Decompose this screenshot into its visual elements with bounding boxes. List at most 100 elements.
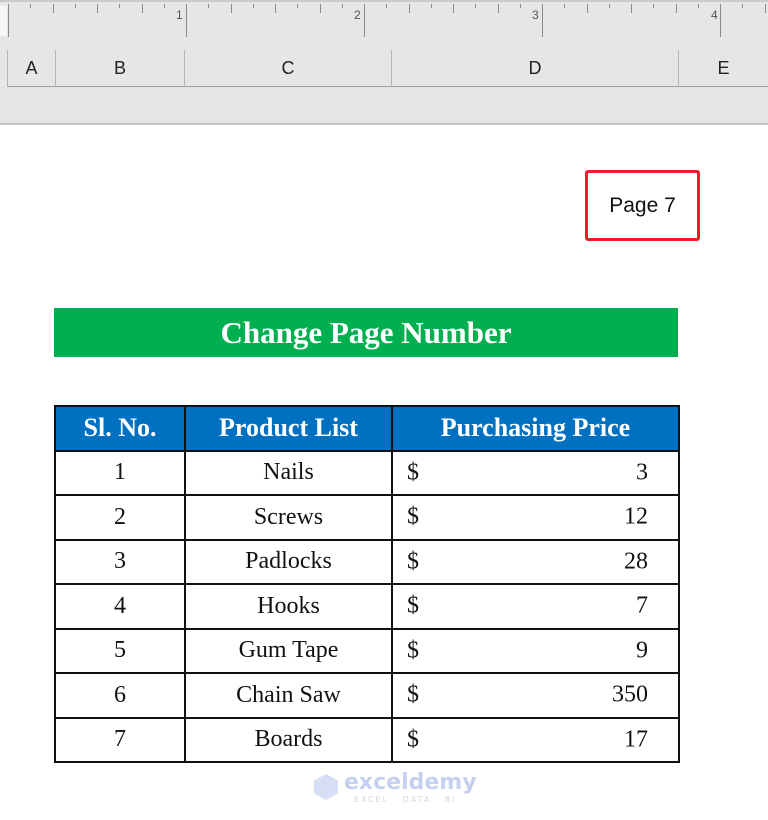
sheet-title[interactable]: Change Page Number bbox=[54, 308, 678, 357]
currency-symbol: $ bbox=[407, 681, 419, 708]
column-header-b[interactable]: B bbox=[55, 50, 184, 87]
price-value: 9 bbox=[636, 637, 648, 664]
currency-symbol: $ bbox=[407, 726, 419, 753]
ruler-number: 3 bbox=[532, 8, 539, 22]
ruler-tick bbox=[386, 4, 387, 8]
column-header-e[interactable]: E bbox=[678, 50, 768, 87]
header-purchasing-price[interactable]: Purchasing Price bbox=[391, 405, 680, 452]
price-value: 350 bbox=[612, 681, 648, 708]
ruler-tick bbox=[53, 4, 54, 13]
currency-symbol: $ bbox=[407, 637, 419, 664]
product-table: Sl. No. Product List Purchasing Price 1N… bbox=[54, 405, 680, 763]
ruler-tick bbox=[208, 4, 209, 8]
cell-price[interactable]: $17 bbox=[391, 716, 680, 763]
column-header-d[interactable]: D bbox=[391, 50, 678, 87]
price-value: 12 bbox=[624, 503, 648, 530]
ruler-tick bbox=[475, 4, 476, 8]
price-value: 28 bbox=[624, 548, 648, 575]
cell-product[interactable]: Gum Tape bbox=[184, 627, 393, 674]
horizontal-ruler: 1 2 3 4 bbox=[0, 0, 768, 40]
ruler-tick bbox=[8, 4, 9, 37]
ruler-tick bbox=[409, 4, 410, 13]
ruler-tick bbox=[119, 4, 120, 8]
ruler-tick bbox=[765, 4, 766, 13]
ruler-tick bbox=[498, 4, 499, 13]
exceldemy-watermark: exceldemy EXCEL · DATA · BI bbox=[312, 770, 477, 806]
ruler-tick bbox=[698, 4, 699, 8]
cell-sl-no[interactable]: 2 bbox=[54, 494, 186, 541]
ruler-tick bbox=[275, 4, 276, 13]
table-row: 4 Hooks $7 bbox=[54, 583, 680, 630]
currency-symbol: $ bbox=[407, 592, 419, 619]
ruler-tick bbox=[653, 4, 654, 8]
currency-symbol: $ bbox=[407, 459, 419, 486]
cell-sl-no[interactable]: 3 bbox=[54, 538, 186, 585]
column-header-bar: A B C D E bbox=[0, 40, 768, 87]
table-header-row: Sl. No. Product List Purchasing Price bbox=[54, 405, 680, 452]
currency-symbol: $ bbox=[407, 503, 419, 530]
cell-product[interactable]: Nails bbox=[184, 449, 393, 496]
header-product-list[interactable]: Product List bbox=[184, 405, 393, 452]
cell-sl-no[interactable]: 7 bbox=[54, 716, 186, 763]
header-sl-no[interactable]: Sl. No. bbox=[54, 405, 186, 452]
cell-sl-no[interactable]: 6 bbox=[54, 672, 186, 719]
watermark-tagline: EXCEL · DATA · BI bbox=[354, 795, 457, 804]
ruler-tick bbox=[564, 4, 565, 8]
cell-product[interactable]: Padlocks bbox=[184, 538, 393, 585]
page-number-header[interactable]: Page 7 bbox=[585, 170, 700, 241]
cell-price[interactable]: $28 bbox=[391, 538, 680, 585]
cell-sl-no[interactable]: 1 bbox=[54, 449, 186, 496]
ruler-tick bbox=[431, 4, 432, 8]
table-row: 3 Padlocks $28 bbox=[54, 538, 680, 585]
table-row: 7 Boards $17 bbox=[54, 716, 680, 763]
ruler-tick bbox=[297, 4, 298, 8]
price-value: 7 bbox=[636, 592, 648, 619]
ruler-tick bbox=[142, 4, 143, 13]
price-value: 3 bbox=[636, 459, 648, 486]
ruler-number: 2 bbox=[354, 8, 361, 22]
cell-price[interactable]: $9 bbox=[391, 627, 680, 674]
ruler-tick bbox=[75, 4, 76, 8]
column-header-a[interactable]: A bbox=[7, 50, 55, 87]
exceldemy-logo-icon bbox=[314, 774, 338, 800]
ruler-tick bbox=[164, 4, 165, 8]
table-row: 1 Nails $3 bbox=[54, 449, 680, 496]
cell-price[interactable]: $350 bbox=[391, 672, 680, 719]
ruler-tick bbox=[631, 4, 632, 13]
ruler-tick bbox=[542, 4, 543, 37]
ruler-tick bbox=[342, 4, 343, 8]
ruler-margin-marker[interactable] bbox=[0, 6, 7, 36]
currency-symbol: $ bbox=[407, 548, 419, 575]
ruler-tick bbox=[231, 4, 232, 13]
ruler-tick bbox=[520, 4, 521, 8]
column-header-c[interactable]: C bbox=[184, 50, 391, 87]
ruler-number: 4 bbox=[711, 8, 718, 22]
ruler-tick bbox=[30, 4, 31, 8]
cell-price[interactable]: $3 bbox=[391, 449, 680, 496]
price-value: 17 bbox=[624, 726, 648, 753]
table-row: 2 Screws $12 bbox=[54, 494, 680, 541]
cell-sl-no[interactable]: 4 bbox=[54, 583, 186, 630]
ruler-tick bbox=[97, 4, 98, 13]
ruler-tick bbox=[676, 4, 677, 13]
page-top-margin bbox=[0, 87, 768, 125]
ruler-tick bbox=[720, 4, 721, 37]
ruler-tick bbox=[253, 4, 254, 8]
cell-product[interactable]: Hooks bbox=[184, 583, 393, 630]
cell-sl-no[interactable]: 5 bbox=[54, 627, 186, 674]
ruler-tick bbox=[453, 4, 454, 13]
cell-product[interactable]: Chain Saw bbox=[184, 672, 393, 719]
cell-price[interactable]: $7 bbox=[391, 583, 680, 630]
table-row: 5 Gum Tape $9 bbox=[54, 627, 680, 674]
ruler-tick bbox=[742, 4, 743, 8]
ruler-tick bbox=[364, 4, 365, 37]
ruler-tick bbox=[320, 4, 321, 13]
watermark-brand: exceldemy bbox=[344, 770, 477, 795]
cell-product[interactable]: Boards bbox=[184, 716, 393, 763]
ruler-tick bbox=[587, 4, 588, 13]
table-row: 6 Chain Saw $350 bbox=[54, 672, 680, 719]
ruler-number: 1 bbox=[176, 8, 183, 22]
cell-product[interactable]: Screws bbox=[184, 494, 393, 541]
ruler-tick bbox=[186, 4, 187, 37]
cell-price[interactable]: $12 bbox=[391, 494, 680, 541]
